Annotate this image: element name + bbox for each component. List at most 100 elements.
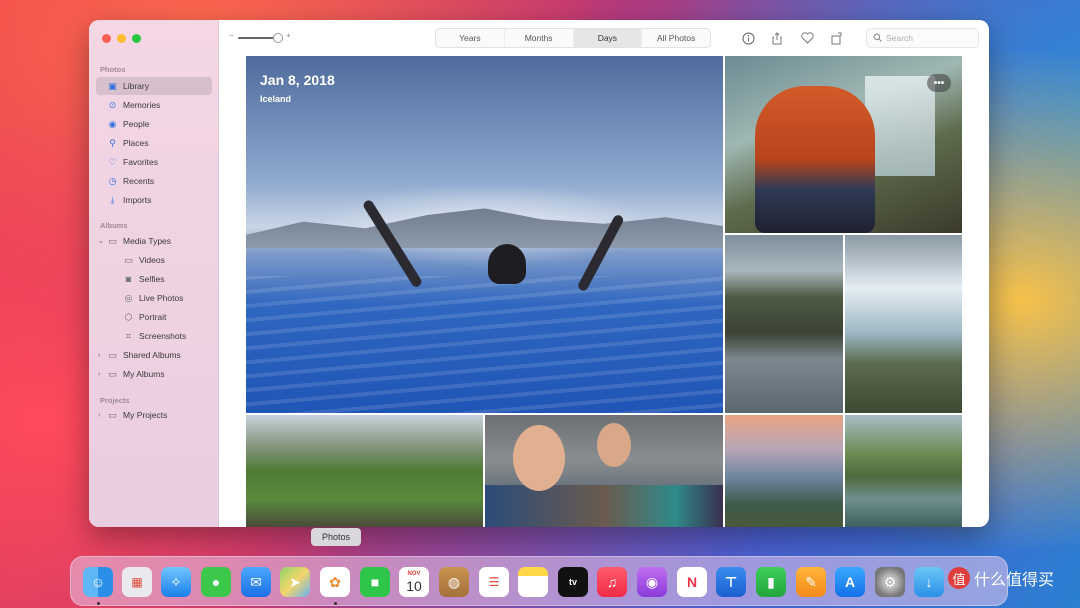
messages-icon[interactable]: ●: [201, 567, 231, 597]
download-folder-icon[interactable]: ↓: [914, 567, 944, 597]
face-shape: [513, 425, 565, 491]
sidebar-item-library[interactable]: ▣ Library: [96, 77, 212, 95]
calendar-icon[interactable]: NOV 10: [399, 567, 429, 597]
selfie-icon: ◙: [125, 274, 132, 284]
sidebar-item-label: Library: [123, 81, 149, 91]
close-button[interactable]: [102, 34, 111, 43]
photo-date: Jan 8, 2018: [260, 72, 335, 88]
folder-icon: ▭: [108, 349, 117, 360]
tab-months[interactable]: Months: [505, 29, 574, 47]
photo-swimmer[interactable]: [845, 415, 962, 527]
memories-icon: ⊙: [108, 99, 117, 110]
sidebar-item-label: Memories: [123, 100, 161, 110]
system-preferences-icon[interactable]: ⚙: [875, 567, 905, 597]
sidebar: Photos ▣ Library ⊙ Memories ◉ People ⚲ P…: [89, 20, 219, 527]
notes-icon[interactable]: [518, 567, 548, 597]
view-segmented-control: Years Months Days All Photos: [435, 28, 711, 48]
safari-icon[interactable]: ✧: [161, 567, 191, 597]
chevron-down-icon[interactable]: ⌄: [98, 237, 104, 245]
photos-icon[interactable]: ✿: [320, 567, 350, 597]
photo-sunset-river[interactable]: [725, 415, 843, 527]
chevron-right-icon[interactable]: ›: [98, 371, 100, 378]
dock: ☺ ▦ ✧ ● ✉ ➤ ✿ ■ NOV 10 ◍ ☰ tv ♫ ◉ N ⊤ ▮ …: [70, 556, 1008, 606]
running-indicator: [97, 602, 100, 605]
photo-hot-spring[interactable]: Jan 8, 2018 Iceland: [246, 56, 723, 413]
photo-hiker[interactable]: •••: [725, 56, 962, 233]
tv-label: tv: [568, 577, 577, 587]
sidebar-item-selfies[interactable]: ◙ Selfies: [96, 270, 212, 288]
rotate-icon[interactable]: [828, 30, 844, 46]
info-icon[interactable]: [740, 30, 756, 46]
tab-days[interactable]: Days: [573, 29, 643, 47]
photo-family-selfie[interactable]: [485, 415, 723, 527]
reminders-icon[interactable]: ☰: [479, 567, 509, 597]
sidebar-item-my-projects[interactable]: › ▭ My Projects: [96, 406, 212, 424]
library-icon: ▣: [108, 80, 117, 91]
sidebar-item-videos[interactable]: ▭ Videos: [96, 251, 212, 269]
photo-cascading-waterfall[interactable]: [845, 235, 962, 413]
more-button[interactable]: •••: [927, 74, 951, 92]
sidebar-item-label: Shared Albums: [123, 350, 181, 360]
sidebar-item-label: Places: [123, 138, 149, 148]
maps-icon[interactable]: ➤: [280, 567, 310, 597]
zoom-slider[interactable]: − +: [229, 31, 291, 43]
heart-icon[interactable]: [799, 30, 815, 46]
window-controls: [102, 34, 141, 43]
calendar-day: 10: [406, 577, 422, 594]
zoom-out-icon[interactable]: −: [229, 31, 234, 40]
folder-icon: ▭: [108, 409, 117, 420]
sidebar-item-my-albums[interactable]: › ▭ My Albums: [96, 365, 212, 383]
sidebar-item-label: Favorites: [123, 157, 158, 167]
photo-green-valley-waterfall[interactable]: [246, 415, 483, 527]
app-store-icon[interactable]: A: [835, 567, 865, 597]
zoom-in-icon[interactable]: +: [286, 31, 291, 40]
sidebar-item-favorites[interactable]: ♡ Favorites: [96, 153, 212, 171]
facetime-icon[interactable]: ■: [360, 567, 390, 597]
finder-icon[interactable]: ☺: [83, 567, 113, 597]
search-field[interactable]: [866, 28, 979, 48]
screenshot-icon: ⌗: [125, 330, 132, 341]
sidebar-item-label: Recents: [123, 176, 155, 186]
tab-all-photos[interactable]: All Photos: [642, 29, 710, 47]
chevron-right-icon[interactable]: ›: [98, 352, 100, 359]
sidebar-item-label: Media Types: [123, 236, 172, 246]
section-photos: Photos: [100, 65, 126, 74]
share-icon[interactable]: [769, 30, 785, 46]
contacts-icon[interactable]: ◍: [439, 567, 469, 597]
toolbar: − + Years Months Days All Photos: [219, 20, 989, 56]
sidebar-item-recents[interactable]: ◷ Recents: [96, 172, 212, 190]
minimize-button[interactable]: [117, 34, 126, 43]
sidebar-item-media-types[interactable]: ⌄ ▭ Media Types: [96, 232, 212, 250]
mail-icon[interactable]: ✉: [241, 567, 271, 597]
tab-years[interactable]: Years: [436, 29, 505, 47]
keynote-icon[interactable]: ⊤: [716, 567, 746, 597]
watermark-badge: 值: [948, 567, 970, 589]
zoom-button[interactable]: [132, 34, 141, 43]
news-icon[interactable]: N: [677, 567, 707, 597]
sidebar-item-label: People: [123, 119, 150, 129]
search-icon: [873, 33, 882, 44]
sidebar-item-memories[interactable]: ⊙ Memories: [96, 96, 212, 114]
tv-icon[interactable]: tv: [558, 567, 588, 597]
podcasts-icon[interactable]: ◉: [637, 567, 667, 597]
search-input[interactable]: [886, 33, 976, 43]
sidebar-item-people[interactable]: ◉ People: [96, 115, 212, 133]
numbers-icon[interactable]: ▮: [756, 567, 786, 597]
video-icon: ▭: [124, 254, 133, 265]
launchpad-icon[interactable]: ▦: [122, 567, 152, 597]
photo-river-canyon[interactable]: [725, 235, 843, 413]
sidebar-item-portrait[interactable]: ⬡ Portrait: [96, 308, 212, 326]
zoom-knob[interactable]: [273, 33, 283, 43]
hiker-shape: [755, 86, 875, 233]
zoom-fill: [238, 37, 276, 39]
sidebar-item-imports[interactable]: ⤓ Imports: [96, 191, 212, 209]
pages-icon[interactable]: ✎: [796, 567, 826, 597]
sidebar-item-live-photos[interactable]: ◎ Live Photos: [96, 289, 212, 307]
sidebar-item-places[interactable]: ⚲ Places: [96, 134, 212, 152]
clock-icon: ◷: [108, 175, 117, 186]
chevron-right-icon[interactable]: ›: [98, 412, 100, 419]
music-icon[interactable]: ♫: [597, 567, 627, 597]
sidebar-item-screenshots[interactable]: ⌗ Screenshots: [96, 327, 212, 345]
sidebar-item-shared-albums[interactable]: › ▭ Shared Albums: [96, 346, 212, 364]
section-albums: Albums: [100, 221, 128, 230]
